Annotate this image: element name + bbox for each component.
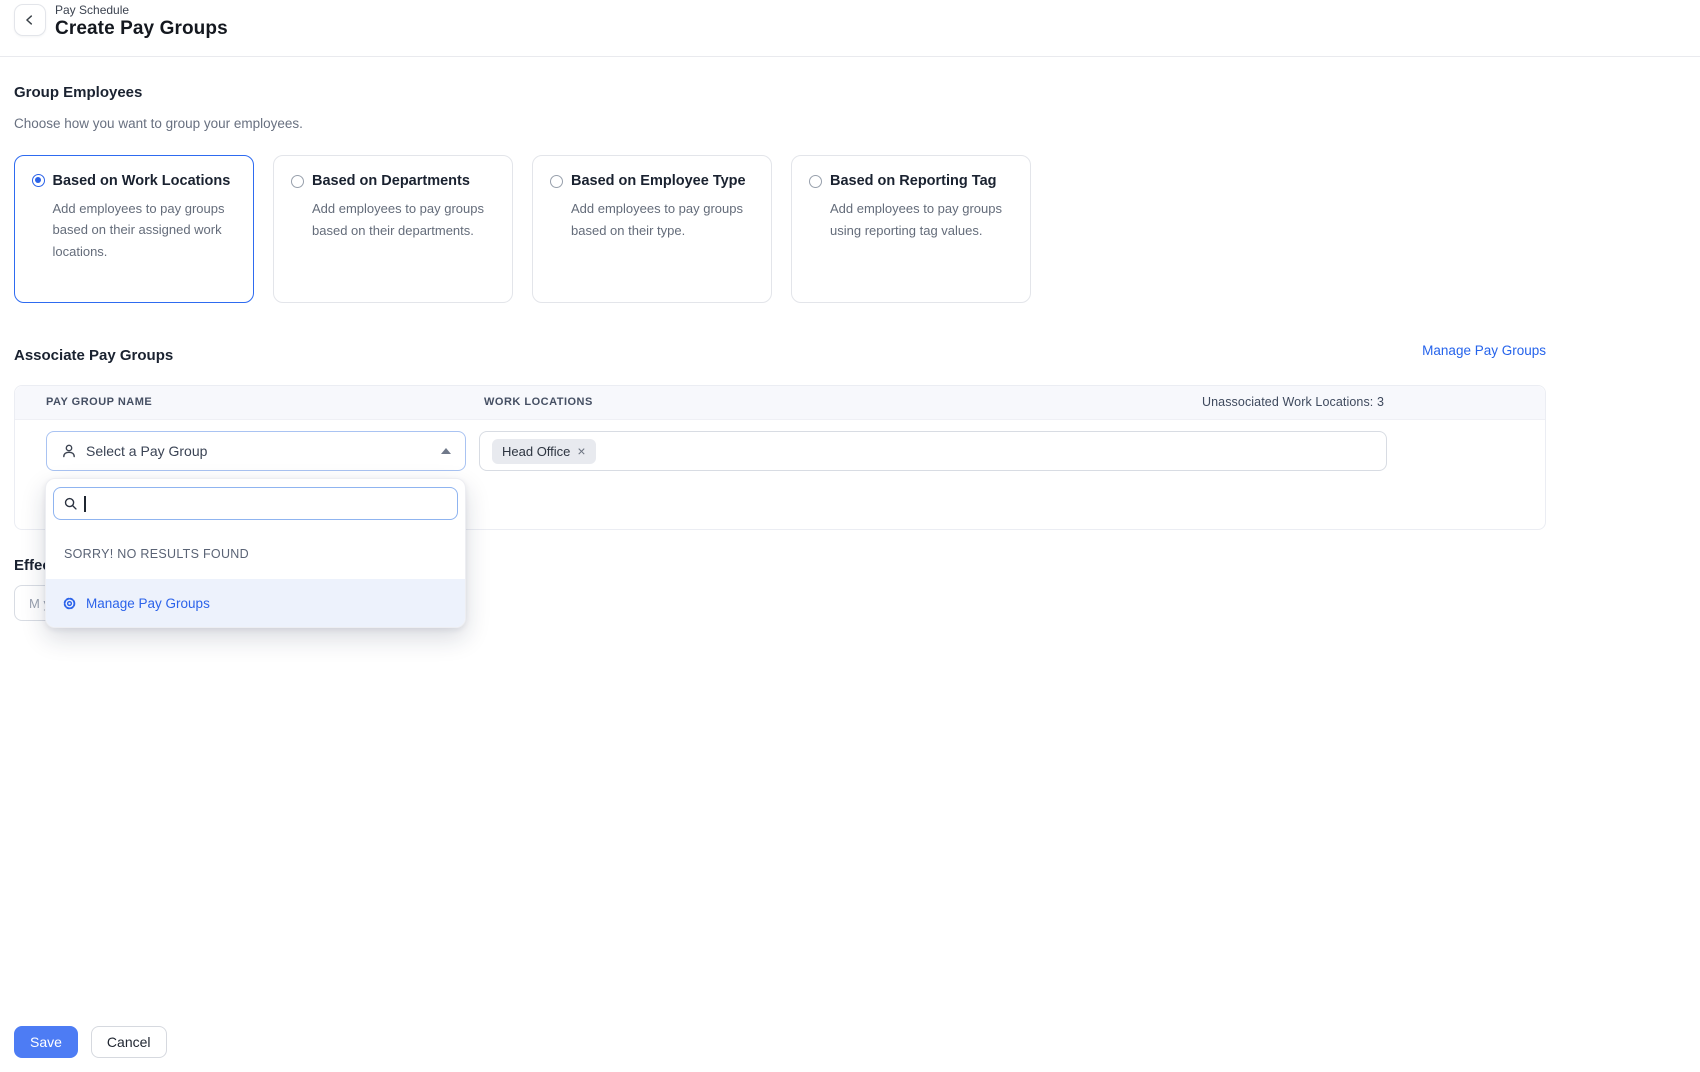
caret-up-icon [441, 448, 451, 454]
option-card-work-locations[interactable]: Based on Work Locations Add employees to… [14, 155, 254, 303]
breadcrumb: Pay Schedule [55, 3, 129, 17]
column-pay-group-name: PAY GROUP NAME [46, 396, 152, 408]
option-card-reporting-tag[interactable]: Based on Reporting Tag Add employees to … [791, 155, 1031, 303]
dropdown-search[interactable] [53, 487, 458, 520]
grouping-options: Based on Work Locations Add employees to… [14, 155, 1031, 303]
column-work-locations: WORK LOCATIONS [484, 396, 593, 408]
back-button[interactable] [14, 4, 46, 36]
pay-group-select[interactable]: Select a Pay Group [46, 431, 466, 471]
option-description: Add employees to pay groups based on the… [312, 198, 498, 242]
save-button[interactable]: Save [14, 1026, 78, 1058]
group-employees-subheading: Choose how you want to group your employ… [14, 116, 303, 131]
associate-pay-groups-header: Associate Pay Groups Manage Pay Groups [14, 343, 1546, 364]
option-description: Add employees to pay groups based on the… [53, 198, 240, 263]
radio-reporting-tag[interactable] [809, 175, 822, 188]
work-location-chip: Head Office × [492, 439, 596, 464]
cancel-button[interactable]: Cancel [91, 1026, 167, 1058]
person-icon [61, 443, 77, 459]
dropdown-search-input[interactable] [86, 496, 449, 511]
work-locations-field[interactable]: Head Office × [479, 431, 1387, 471]
associate-pay-groups-heading: Associate Pay Groups [14, 347, 173, 364]
option-description: Add employees to pay groups based on the… [571, 198, 757, 242]
option-label: Based on Employee Type [571, 173, 746, 189]
radio-departments[interactable] [291, 175, 304, 188]
option-card-departments[interactable]: Based on Departments Add employees to pa… [273, 155, 513, 303]
gear-icon [62, 596, 77, 611]
option-description: Add employees to pay groups using report… [830, 198, 1016, 242]
no-results-message: SORRY! NO RESULTS FOUND [64, 547, 249, 561]
footer-actions: Save Cancel [14, 1026, 167, 1058]
manage-pay-groups-link[interactable]: Manage Pay Groups [1422, 343, 1546, 358]
create-pay-groups-page: Pay Schedule Create Pay Groups Group Emp… [0, 0, 1700, 1072]
radio-employee-type[interactable] [550, 175, 563, 188]
pay-group-dropdown: SORRY! NO RESULTS FOUND Manage Pay Group… [45, 478, 466, 628]
dropdown-manage-pay-groups[interactable]: Manage Pay Groups [46, 579, 465, 627]
chevron-left-icon [23, 13, 37, 27]
chip-remove-icon[interactable]: × [577, 444, 585, 458]
option-label: Based on Work Locations [53, 173, 231, 189]
pay-group-select-value: Select a Pay Group [86, 443, 441, 459]
table-header-row: PAY GROUP NAME WORK LOCATIONS Unassociat… [15, 386, 1545, 420]
chip-label: Head Office [502, 444, 570, 459]
unassociated-work-locations-note: Unassociated Work Locations: 3 [1202, 395, 1384, 409]
option-label: Based on Departments [312, 173, 470, 189]
option-card-employee-type[interactable]: Based on Employee Type Add employees to … [532, 155, 772, 303]
radio-work-locations[interactable] [32, 174, 45, 187]
group-employees-heading: Group Employees [14, 84, 142, 101]
page-header: Pay Schedule Create Pay Groups [0, 0, 1700, 57]
dropdown-manage-label: Manage Pay Groups [86, 596, 210, 611]
option-label: Based on Reporting Tag [830, 173, 997, 189]
search-icon [63, 496, 78, 511]
page-title: Create Pay Groups [55, 18, 228, 40]
